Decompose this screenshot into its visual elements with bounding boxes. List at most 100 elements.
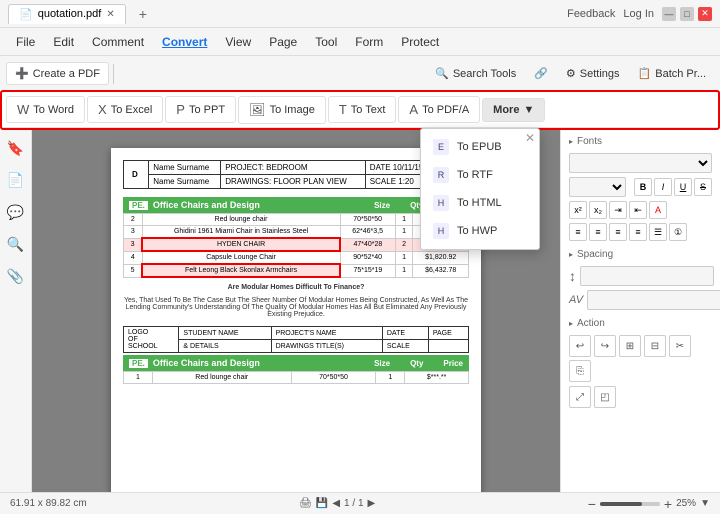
bold-button[interactable]: B [634,178,652,196]
superscript-button[interactable]: x² [569,201,587,219]
action-btn-4[interactable]: ⊟ [644,335,666,357]
more-button[interactable]: More ▼ [482,98,545,122]
font-family-dropdown[interactable] [569,153,712,173]
settings-button[interactable]: ⚙ Settings [558,63,628,84]
bottom-section-header: PE. Office Chairs and Design Size Qty Pr… [123,355,469,371]
to-ppt-button[interactable]: P To PPT [165,96,236,123]
sidebar-icon-attachment[interactable]: 📎 [4,264,28,288]
align-justify-button[interactable]: ≡ [629,223,647,241]
prev-page-button[interactable]: ◀ [332,498,340,509]
link-button[interactable]: 🔗 [526,63,556,84]
action-btn-8[interactable]: ◰ [594,386,616,408]
title-bar-left: 📄 quotation.pdf ✕ + [8,4,152,24]
to-epub-item[interactable]: E To EPUB [421,133,539,161]
search-icon: 🔍 [435,67,449,80]
sidebar-icon-bookmark[interactable]: 🔖 [4,136,28,160]
zoom-slider[interactable] [600,502,660,506]
maximize-button[interactable]: □ [680,7,694,21]
sidebar-icon-comment[interactable]: 💬 [4,200,28,224]
font-size-dropdown[interactable] [569,177,626,197]
numbered-list-button[interactable]: ① [669,223,687,241]
to-word-button[interactable]: W To Word [6,96,85,123]
menu-convert[interactable]: Convert [154,32,215,52]
action-btn-2[interactable]: ↪ [594,335,616,357]
row5-num: 5 [124,264,143,277]
to-rtf-item[interactable]: R To RTF [421,161,539,189]
close-button[interactable]: ✕ [698,7,712,21]
zoom-controls: − + 25% ▼ [588,496,710,512]
save-icon[interactable]: 💾 [316,498,328,509]
outdent-button[interactable]: ⇤ [629,201,647,219]
align-left-button[interactable]: ≡ [569,223,587,241]
zoom-out-button[interactable]: − [588,496,596,512]
menu-protect[interactable]: Protect [393,32,447,52]
word-icon: W [17,102,29,117]
subscript-button[interactable]: x₂ [589,201,607,219]
to-html-item[interactable]: H To HTML [421,189,539,217]
underline-button[interactable]: U [674,178,692,196]
char-spacing-input2[interactable] [587,290,720,310]
pdf-drawings: DRAWINGS: FLOOR PLAN VIEW [221,175,366,189]
menu-view[interactable]: View [217,32,259,52]
zoom-dropdown-button[interactable]: ▼ [700,498,710,509]
more-dropdown-menu: ✕ E To EPUB R To RTF H To HTML H To HWP [420,128,540,250]
action-btn-1[interactable]: ↩ [569,335,591,357]
feedback-link[interactable]: Feedback [567,8,615,20]
menu-comment[interactable]: Comment [84,32,152,52]
print-icon[interactable]: 🖨 [299,498,312,509]
bottom-row1-price: $***.** [405,372,469,384]
batch-button[interactable]: 📋 Batch Pr... [630,63,714,84]
menu-edit[interactable]: Edit [45,32,82,52]
to-excel-button[interactable]: X To Excel [87,96,163,123]
align-center-button[interactable]: ≡ [589,223,607,241]
table-row: 3 HYDEN CHAIR 47*40*28 2 $4,125 [124,238,469,251]
line-spacing-input[interactable] [580,266,714,286]
row5-name: Felt Leong Black Skonlax Armchairs [142,264,340,277]
list-button[interactable]: ☰ [649,223,667,241]
minimize-button[interactable]: — [662,7,676,21]
italic-button[interactable]: I [654,178,672,196]
row2-num: 3 [124,226,143,239]
zoom-slider-fill [600,502,642,506]
convert-toolbar: W To Word X To Excel P To PPT 🖼 To Image… [0,92,720,128]
pdf-tab[interactable]: 📄 quotation.pdf ✕ [8,4,126,24]
new-tab-button[interactable]: + [134,4,152,24]
sidebar-icon-page[interactable]: 📄 [4,168,28,192]
action-btn-7[interactable]: ⤢ [569,386,591,408]
to-image-button[interactable]: 🖼 To Image [238,96,326,124]
spacing-row-1: ↕ ↔ [569,266,712,286]
toolbar-divider [113,64,114,84]
color-button[interactable]: A [649,201,667,219]
spacing-section-title: Spacing [569,249,712,260]
bottom-row1-size: 70*50*50 [291,372,376,384]
align-row: ≡ ≡ ≡ ≡ ☰ ① [569,223,712,241]
action-btn-3[interactable]: ⊞ [619,335,641,357]
table-row: 2 Red lounge chair 70*50*50 1 $***.** [124,214,469,226]
col-size-header: Size [374,201,390,210]
search-tools-button[interactable]: 🔍 Search Tools [427,63,524,84]
to-pdfa-button[interactable]: A To PDF/A [398,96,480,123]
pdf-data-table: 2 Red lounge chair 70*50*50 1 $***.** 3 … [123,213,469,278]
align-right-button[interactable]: ≡ [609,223,627,241]
menu-tool[interactable]: Tool [307,32,345,52]
bottom-page: PAGE [428,327,468,340]
login-link[interactable]: Log In [623,8,654,20]
dropdown-close-button[interactable]: ✕ [525,131,535,145]
text-format-row: x² x₂ ⇥ ⇤ A [569,201,712,219]
to-text-button[interactable]: T To Text [328,96,397,123]
sidebar-icon-search[interactable]: 🔍 [4,232,28,256]
tab-close-icon[interactable]: ✕ [106,9,114,20]
action-btn-6[interactable]: ⎘ [569,360,591,382]
menu-file[interactable]: File [8,32,43,52]
action-btn-5[interactable]: ✂ [669,335,691,357]
strikethrough-button[interactable]: S [694,178,712,196]
zoom-in-button[interactable]: + [664,496,672,512]
indent-button[interactable]: ⇥ [609,201,627,219]
menu-page[interactable]: Page [261,32,305,52]
window-controls: — □ ✕ [662,7,712,21]
to-hwp-item[interactable]: H To HWP [421,217,539,245]
next-page-button[interactable]: ▶ [368,498,376,509]
menu-form[interactable]: Form [347,32,391,52]
section-header: PE. Office Chairs and Design Size Qty Pr… [123,197,469,213]
create-pdf-button[interactable]: ➕ Create a PDF [6,62,109,85]
